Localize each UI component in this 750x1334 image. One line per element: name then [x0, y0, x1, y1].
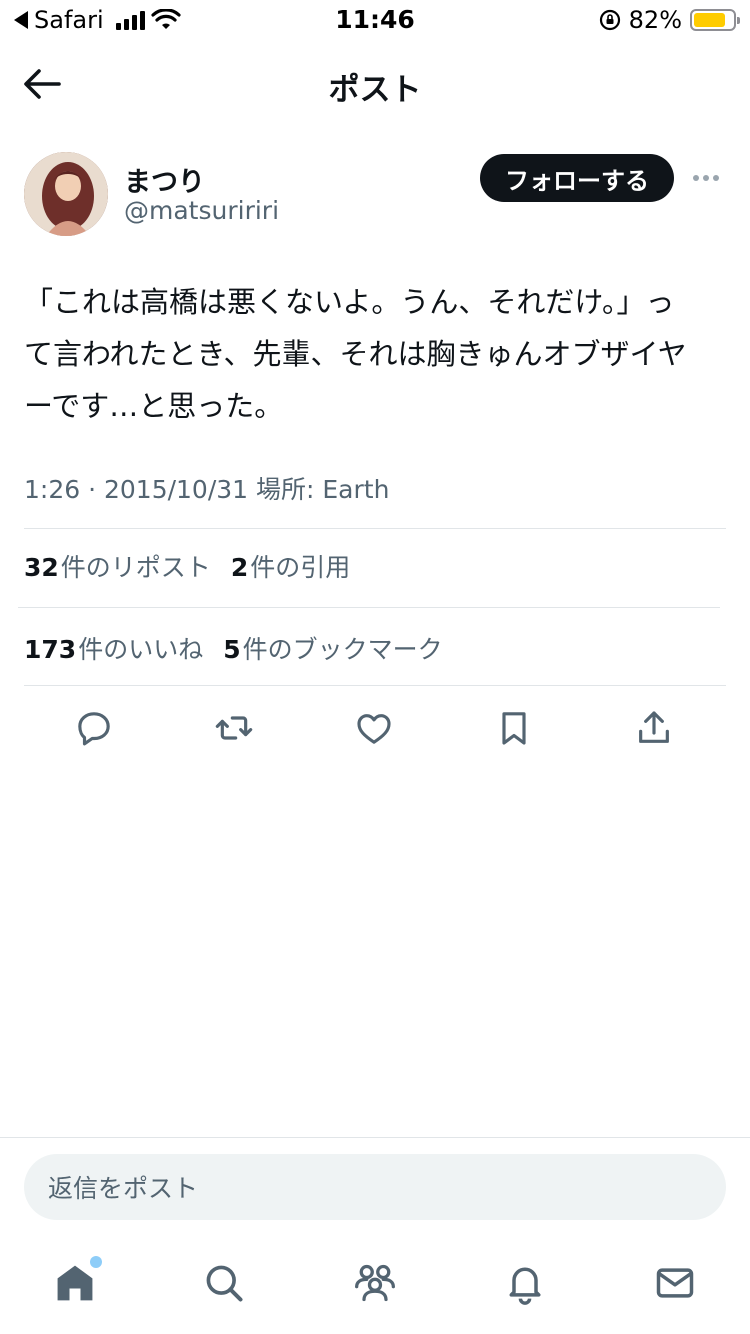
quotes-count: 2 — [230, 553, 249, 582]
quotes-stat[interactable]: 2 件の引用 — [231, 548, 350, 584]
divider — [24, 685, 726, 686]
bookmarks-stat[interactable]: 5 件のブックマーク — [223, 630, 442, 666]
home-notification-dot — [90, 1256, 102, 1268]
avatar-image — [24, 152, 108, 236]
battery-fill — [694, 13, 726, 27]
orientation-lock-icon — [599, 9, 620, 31]
battery-icon — [690, 9, 740, 31]
repost-icon — [215, 716, 253, 740]
divider — [18, 607, 720, 608]
action-bar — [24, 704, 726, 756]
post-author: まつり @matsuririri フォローする — [24, 152, 726, 238]
messages-icon — [656, 1268, 694, 1298]
tab-search[interactable] — [197, 1256, 251, 1310]
display-name[interactable]: まつり — [124, 160, 205, 199]
share-button[interactable] — [632, 704, 676, 752]
search-icon — [206, 1265, 243, 1302]
user-handle[interactable]: @matsuririri — [124, 196, 279, 225]
avatar[interactable] — [24, 152, 108, 236]
reply-button[interactable] — [72, 704, 116, 752]
post-text-line: て言われたとき、先輩、それは胸きゅんオブザイヤ — [24, 337, 687, 371]
share-icon — [639, 711, 669, 743]
reposts-count: 32 — [24, 553, 59, 582]
like-button[interactable] — [352, 704, 396, 752]
tab-messages[interactable] — [648, 1256, 702, 1310]
divider — [24, 528, 726, 529]
tab-notifications[interactable] — [498, 1256, 552, 1310]
post-text-line: 「これは高橋は悪くないよ。うん、それだけ。」っ — [24, 285, 675, 319]
home-icon — [57, 1265, 93, 1301]
quotes-label: 件の引用 — [250, 553, 351, 582]
reposts-label: 件のリポスト — [60, 553, 211, 582]
notifications-icon — [509, 1267, 541, 1305]
reply-input[interactable]: 返信をポスト — [24, 1154, 726, 1220]
header: ポスト — [0, 52, 750, 116]
likes-stat[interactable]: 173 件のいいね — [24, 630, 203, 666]
status-right: 82% — [599, 6, 740, 34]
reply-icon — [78, 712, 110, 746]
likes-label: 件のいいね — [78, 635, 204, 664]
tab-home[interactable] — [48, 1256, 102, 1310]
page-title: ポスト — [328, 72, 422, 108]
post-meta[interactable]: 1:26 · 2015/10/31 場所: Earth — [24, 470, 389, 506]
stats-row-reposts: 32 件のリポスト 2 件の引用 — [24, 548, 350, 584]
bookmark-icon — [502, 712, 526, 745]
stats-row-likes: 173 件のいいね 5 件のブックマーク — [24, 630, 443, 666]
follow-button[interactable]: フォローする — [480, 154, 674, 202]
divider — [0, 1137, 750, 1138]
status-bar: Safari 11:46 82% — [0, 0, 750, 40]
bookmarks-label: 件のブックマーク — [242, 635, 443, 664]
post-text: 「これは高橋は悪くないよ。うん、それだけ。」っ て言われたとき、先輩、それは胸き… — [24, 276, 726, 432]
likes-count: 173 — [24, 635, 77, 664]
post-text-line: ーです…と思った。 — [24, 389, 284, 423]
bookmark-button[interactable] — [492, 704, 536, 752]
repost-button[interactable] — [212, 704, 256, 752]
communities-icon — [355, 1264, 395, 1302]
reposts-stat[interactable]: 32 件のリポスト — [24, 548, 211, 584]
like-icon — [357, 714, 391, 744]
tab-bar — [0, 1250, 750, 1320]
bookmarks-count: 5 — [223, 635, 241, 664]
tab-communities[interactable] — [348, 1256, 402, 1310]
more-options-icon[interactable] — [688, 162, 724, 194]
battery-percent: 82% — [628, 6, 682, 34]
